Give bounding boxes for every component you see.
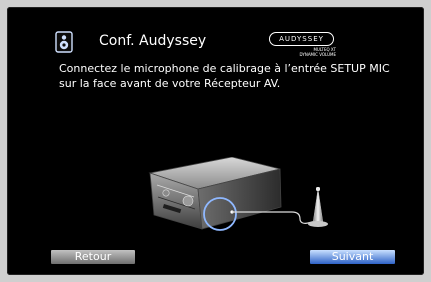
next-button[interactable]: Suivant: [310, 250, 395, 264]
speaker-icon: [55, 31, 73, 53]
logo-dynamic-volume: DYNAMIC VOLUME: [299, 52, 336, 57]
av-receiver-illustration: [148, 157, 328, 231]
audyssey-logo: AUDYSSEY MULTEQ XT DYNAMIC VOLUME: [266, 32, 356, 58]
device-frame: Conf. Audyssey AUDYSSEY MULTEQ XT DYNAMI…: [0, 0, 431, 282]
microphone-icon: [308, 187, 328, 227]
back-button[interactable]: Retour: [51, 250, 135, 264]
setup-screen: Conf. Audyssey AUDYSSEY MULTEQ XT DYNAMI…: [7, 7, 424, 275]
instruction-text: Connectez le microphone de calibrage à l…: [59, 62, 390, 90]
audyssey-brand: AUDYSSEY: [269, 32, 334, 46]
screen-title: Conf. Audyssey: [99, 33, 207, 49]
